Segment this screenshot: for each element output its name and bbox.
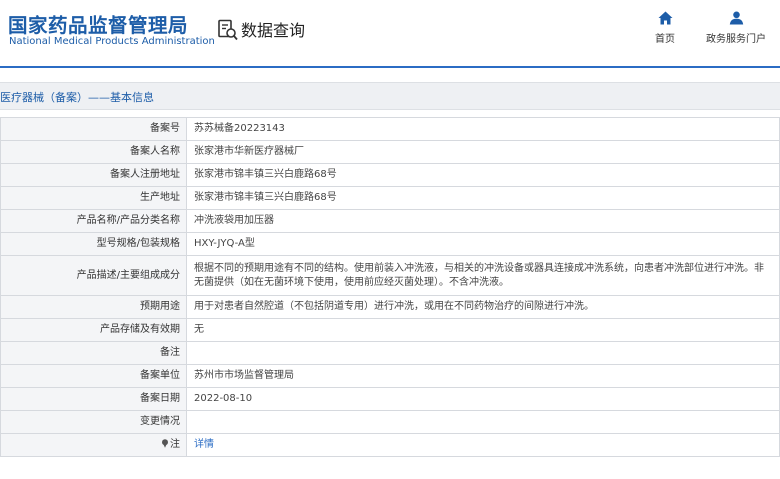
nav-home-label: 首页 — [655, 34, 675, 45]
row-value: 张家港市锦丰镇三兴白鹿路68号 — [186, 163, 780, 187]
table-row: 备案人名称 张家港市华新医疗器械厂 — [0, 140, 780, 164]
table-row: 预期用途 用于对患者自然腔道（不包括阴道专用）进行冲洗，或用在不同药物治疗的间隙… — [0, 295, 780, 319]
nav-gov-label: 政务服务门户 — [706, 34, 766, 45]
note-value-cell: 详情 — [186, 433, 780, 457]
data-query-icon — [218, 19, 238, 41]
nav-gov-service-portal[interactable]: 政务服务门户 — [700, 11, 772, 45]
row-label: 注 — [170, 439, 180, 450]
table-row: 生产地址 张家港市锦丰镇三兴白鹿路68号 — [0, 186, 780, 210]
row-label: 生产地址 — [0, 186, 187, 210]
row-value: 用于对患者自然腔道（不包括阴道专用）进行冲洗，或用在不同药物治疗的间隙进行冲洗。 — [186, 295, 780, 319]
row-value: HXY-JYQ-A型 — [186, 232, 780, 256]
row-value: 根据不同的预期用途有不同的结构。使用前装入冲洗液，与相关的冲洗设备或器具连接成冲… — [186, 255, 780, 296]
header-divider — [0, 66, 780, 68]
table-row: 产品名称/产品分类名称 冲洗液袋用加压器 — [0, 209, 780, 233]
row-label: 产品名称/产品分类名称 — [0, 209, 187, 233]
table-row: 备案单位 苏州市市场监督管理局 — [0, 364, 780, 388]
pin-icon — [162, 439, 168, 448]
row-label: 备案单位 — [0, 364, 187, 388]
row-value: 张家港市锦丰镇三兴白鹿路68号 — [186, 186, 780, 210]
row-value: 2022-08-10 — [186, 387, 780, 411]
row-value — [186, 410, 780, 434]
row-label: 备案人名称 — [0, 140, 187, 164]
row-value: 冲洗液袋用加压器 — [186, 209, 780, 233]
table-row: 备案人注册地址 张家港市锦丰镇三兴白鹿路68号 — [0, 163, 780, 187]
row-value: 张家港市华新医疗器械厂 — [186, 140, 780, 164]
section-header: 医疗器械（备案）——基本信息 — [0, 82, 780, 110]
section-title: 医疗器械（备案）——基本信息 — [0, 91, 154, 104]
home-icon — [658, 11, 672, 25]
row-label: 备案人注册地址 — [0, 163, 187, 187]
table-row: 注 详情 — [0, 433, 780, 457]
table-row: 变更情况 — [0, 410, 780, 434]
table-row: 备案号 苏苏械备20223143 — [0, 117, 780, 141]
row-value: 苏苏械备20223143 — [186, 117, 780, 141]
user-icon — [729, 11, 743, 25]
row-label: 备案日期 — [0, 387, 187, 411]
table-row: 产品描述/主要组成成分 根据不同的预期用途有不同的结构。使用前装入冲洗液，与相关… — [0, 255, 780, 296]
nav-home[interactable]: 首页 — [650, 11, 680, 45]
row-value: 苏州市市场监督管理局 — [186, 364, 780, 388]
row-label: 产品描述/主要组成成分 — [0, 255, 187, 296]
logo-title-en: National Medical Products Administration — [9, 36, 215, 47]
row-label: 型号规格/包装规格 — [0, 232, 187, 256]
table-row: 产品存储及有效期 无 — [0, 318, 780, 342]
table-row: 备案日期 2022-08-10 — [0, 387, 780, 411]
row-label: 预期用途 — [0, 295, 187, 319]
data-query-title: 数据查询 — [241, 21, 306, 40]
note-label-cell: 注 — [0, 433, 187, 457]
row-value — [186, 341, 780, 365]
row-label: 变更情况 — [0, 410, 187, 434]
details-link[interactable]: 详情 — [194, 439, 214, 450]
row-label: 产品存储及有效期 — [0, 318, 187, 342]
site-header: 国家药品监督管理局 National Medical Products Admi… — [0, 0, 780, 66]
logo-title-cn[interactable]: 国家药品监督管理局 — [8, 9, 188, 38]
row-label: 备案号 — [0, 117, 187, 141]
record-info-table: 备案号 苏苏械备20223143 备案人名称 张家港市华新医疗器械厂 备案人注册… — [0, 117, 780, 457]
row-value: 无 — [186, 318, 780, 342]
row-label: 备注 — [0, 341, 187, 365]
table-row: 型号规格/包装规格 HXY-JYQ-A型 — [0, 232, 780, 256]
table-row: 备注 — [0, 341, 780, 365]
